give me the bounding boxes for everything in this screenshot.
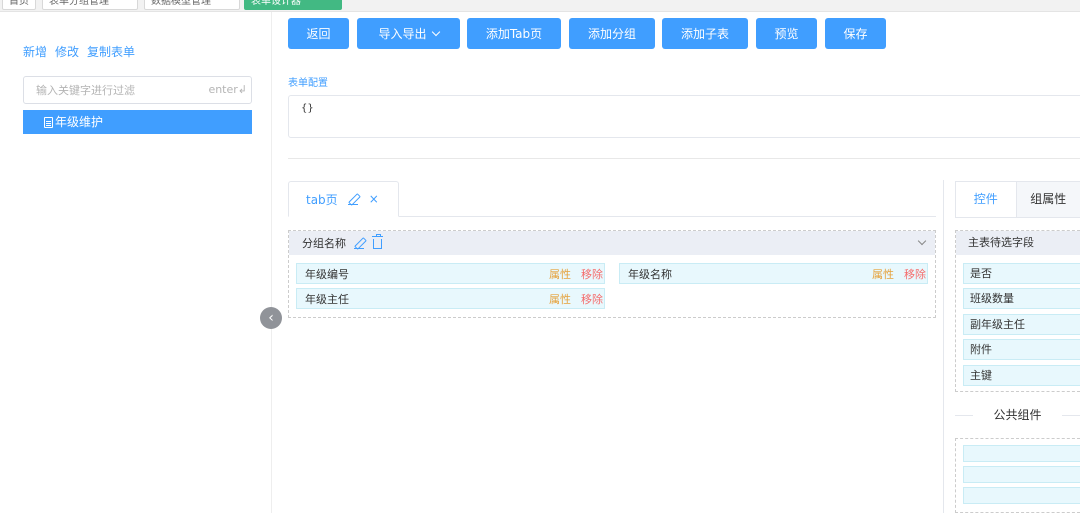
public-components-title: 公共组件 [955,406,1080,424]
public-component-item[interactable] [963,487,1080,504]
edit-button[interactable]: 修改 [55,43,79,60]
field-remove-link[interactable]: 移除 [581,266,603,282]
field-attr-link[interactable]: 属性 [549,266,571,282]
public-components-panel [955,438,1080,513]
field-item[interactable]: 年级主任 属性 移除 [296,288,605,309]
public-component-item[interactable] [963,466,1080,483]
main-table-fields-panel: 主表待选字段 是否 班级数量 副年级主任 附件 主键 [955,230,1080,392]
tree-item-label: 年级维护 [55,115,104,129]
tab-page-label: tab页 [306,192,338,207]
group-name: 分组名称 [302,237,346,250]
preview-label: 预览 [774,27,799,41]
preview-button[interactable]: 预览 [756,18,817,49]
save-label: 保存 [843,27,868,41]
field-attr-link[interactable]: 属性 [872,266,894,282]
add-subtable-label: 添加子表 [680,27,729,41]
candidate-field[interactable]: 副年级主任 [963,314,1080,335]
chevron-down-icon [431,27,440,37]
filter-input[interactable] [36,77,206,103]
sidebar: 新增 修改 复制表单 enter↲ 年级维护 [0,12,272,513]
trash-icon[interactable] [372,234,383,249]
candidate-field[interactable]: 是否 [963,263,1080,284]
chevron-left-icon: ‹ [268,310,274,326]
back-button[interactable]: 返回 [288,18,349,49]
field-remove-link[interactable]: 移除 [904,266,926,282]
right-panel-border [943,180,944,513]
add-tab-button[interactable]: 添加Tab页 [467,18,561,49]
add-group-button[interactable]: 添加分组 [569,18,655,49]
collapse-sidebar-button[interactable]: ‹ [260,307,282,329]
public-component-item[interactable] [963,445,1080,462]
form-config-textarea[interactable]: {} [288,95,1080,138]
chevron-down-icon[interactable] [917,236,927,246]
top-tab-form-designer[interactable]: 表单设计器 [244,0,342,10]
form-config-label: 表单配置 [288,78,328,89]
divider [288,158,1080,159]
main-table-fields-title: 主表待选字段 [956,231,1080,255]
import-export-label: 导入导出 [378,27,427,41]
top-tab-strip: 首页 表单分组管理 数据模型管理 表单设计器 [0,0,1080,12]
candidate-field[interactable]: 附件 [963,339,1080,360]
right-panel-tabs: 控件 组属性 [955,181,1080,218]
copy-form-button[interactable]: 复制表单 [87,43,135,60]
tab-controls[interactable]: 控件 [956,182,1017,217]
tab-group-properties[interactable]: 组属性 [1017,182,1080,217]
edit-icon[interactable] [347,194,359,205]
top-tab-form-group[interactable]: 表单分组管理 [42,0,138,10]
add-tab-label: 添加Tab页 [485,27,543,41]
field-item[interactable]: 年级编号 属性 移除 [296,263,605,284]
document-icon [44,116,53,128]
field-name: 年级编号 [305,267,349,281]
field-item[interactable]: 年级名称 属性 移除 [619,263,928,284]
tab-page[interactable]: tab页 × [288,181,399,217]
top-tab-data-model[interactable]: 数据模型管理 [144,0,240,10]
top-tab-home[interactable]: 首页 [2,0,36,10]
group-header[interactable]: 分组名称 [289,231,935,255]
candidate-field[interactable]: 主键 [963,365,1080,386]
add-group-label: 添加分组 [587,27,636,41]
add-button[interactable]: 新增 [23,43,47,60]
filter-search-box: enter↲ [23,76,252,104]
candidate-field[interactable]: 班级数量 [963,288,1080,309]
close-icon[interactable]: × [369,192,379,206]
field-name: 年级名称 [628,267,672,281]
public-components-label: 公共组件 [993,408,1042,422]
save-button[interactable]: 保存 [825,18,886,49]
import-export-dropdown[interactable]: 导入导出 [357,18,460,49]
enter-hint: enter↲ [208,83,247,96]
edit-icon[interactable] [354,238,365,249]
group-container: 分组名称 年级编号 属性 移除 年级名称 属性 移除 年级主任 属性 移除 [288,230,936,318]
back-button-label: 返回 [306,27,331,41]
tree-item-grade[interactable]: 年级维护 [23,110,252,134]
field-attr-link[interactable]: 属性 [549,291,571,307]
sidebar-actions: 新增 修改 复制表单 [23,43,135,60]
field-name: 年级主任 [305,292,349,306]
add-subtable-button[interactable]: 添加子表 [662,18,748,49]
field-remove-link[interactable]: 移除 [581,291,603,307]
